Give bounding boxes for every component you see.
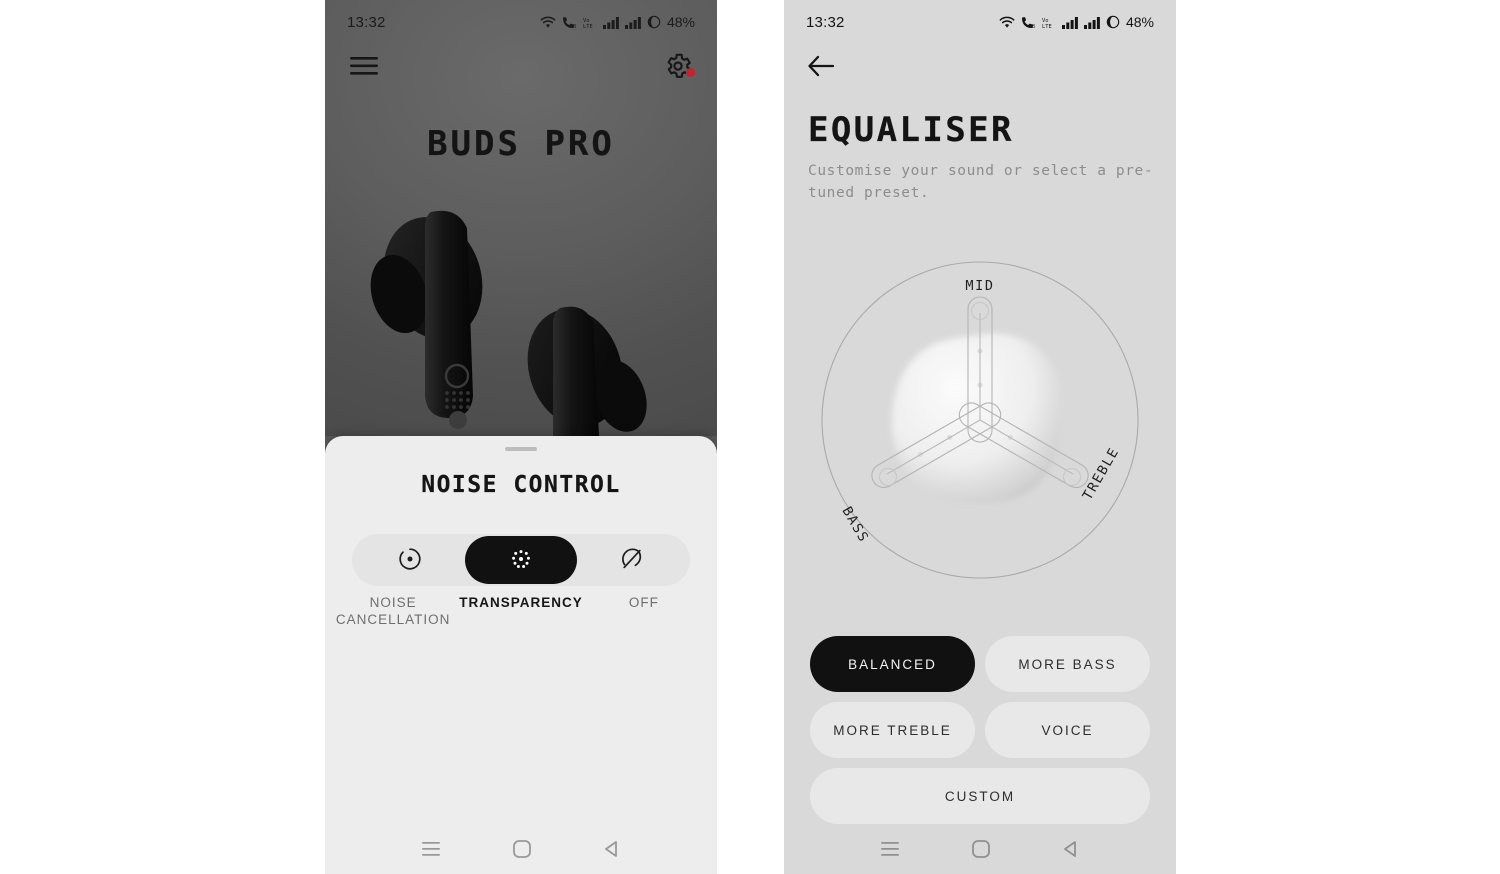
signal-bars-1-icon — [603, 16, 620, 29]
svg-text:LTE: LTE — [1042, 24, 1052, 29]
screenshot-canvas: 13:32 B VoLTE 48% — [0, 0, 1500, 874]
page-subtitle: Customise your sound or select a pre-tun… — [808, 160, 1158, 204]
product-hero: 13:32 B VoLTE 48% — [325, 0, 717, 436]
status-bar-icons: B VoLTE 48% — [999, 14, 1154, 30]
volte-call-icon: B — [1020, 16, 1036, 29]
battery-icon — [1106, 15, 1120, 29]
back-icon[interactable] — [602, 839, 622, 862]
preset-custom[interactable]: CUSTOM — [810, 768, 1150, 824]
eq-shape-blob — [892, 333, 1063, 504]
noise-off-slash-icon — [619, 546, 645, 575]
wifi-icon — [540, 16, 556, 29]
gear-icon — [663, 69, 693, 84]
status-bar-icons: B VoLTE 48% — [540, 14, 695, 30]
settings-button[interactable] — [663, 51, 693, 84]
preset-more-bass[interactable]: MORE BASS — [985, 636, 1150, 692]
recents-icon[interactable] — [879, 840, 901, 861]
home-icon[interactable] — [971, 839, 991, 862]
status-bar-right: 13:32 B VoLTE 48% — [784, 0, 1176, 44]
label-transparency: TRANSPARENCY — [459, 594, 583, 628]
phone-screen-equaliser: 13:32 B VoLTE 48% EQUALIS — [784, 0, 1176, 874]
label-line-1: NOISE — [370, 595, 417, 610]
wheel-label-treble: TREBLE — [1080, 444, 1123, 503]
status-bar-time: 13:32 — [347, 14, 386, 31]
mode-noise-cancellation-button[interactable] — [354, 536, 465, 584]
back-icon[interactable] — [1061, 839, 1081, 862]
equaliser-wheel[interactable]: MID BASS TREBLE — [804, 255, 1156, 585]
preset-balanced[interactable]: BALANCED — [810, 636, 975, 692]
svg-text:LTE: LTE — [583, 24, 593, 29]
page-title: EQUALISER — [808, 110, 1014, 150]
android-nav-bar-right — [784, 826, 1176, 874]
mode-off-button[interactable] — [577, 536, 688, 584]
wifi-icon — [999, 16, 1015, 29]
status-bar-left: 13:32 B VoLTE 48% — [325, 0, 717, 44]
label-line-2: CANCELLATION — [336, 612, 451, 627]
signal-bars-2-icon — [1084, 16, 1101, 29]
signal-bars-2-icon — [625, 16, 642, 29]
noise-control-segmented-control — [352, 534, 690, 586]
signal-bars-1-icon — [1062, 16, 1079, 29]
preset-more-treble[interactable]: MORE TREBLE — [810, 702, 975, 758]
handle-treble[interactable] — [1064, 469, 1081, 486]
hamburger-menu-icon[interactable] — [349, 55, 381, 80]
anc-target-icon — [397, 546, 423, 575]
status-bar-time: 13:32 — [806, 14, 845, 31]
battery-icon — [647, 15, 661, 29]
android-nav-bar-left — [325, 826, 717, 874]
label-noise-cancellation: NOISE CANCELLATION — [332, 594, 454, 628]
back-nav-row — [806, 44, 836, 90]
wheel-label-mid: MID — [965, 278, 994, 294]
app-top-bar — [325, 44, 717, 90]
svg-text:B: B — [573, 24, 576, 29]
sheet-grabber[interactable] — [505, 447, 537, 451]
back-button[interactable] — [806, 53, 836, 82]
home-icon[interactable] — [512, 839, 532, 862]
phone-screen-noise-control: 13:32 B VoLTE 48% — [325, 0, 717, 874]
recents-icon[interactable] — [420, 840, 442, 861]
svg-text:B: B — [1032, 24, 1035, 29]
handle-bass[interactable] — [880, 469, 897, 486]
notification-dot — [686, 68, 695, 77]
battery-percentage: 48% — [667, 14, 695, 30]
noise-control-labels: NOISE CANCELLATION TRANSPARENCY OFF — [337, 594, 705, 628]
transparency-dots-icon — [508, 546, 534, 575]
battery-percentage: 48% — [1126, 14, 1154, 30]
product-title: BUDS PRO — [325, 124, 717, 164]
earbuds-image — [325, 200, 717, 436]
arrow-left-icon — [806, 67, 836, 82]
noise-control-sheet: NOISE CONTROL — [325, 436, 717, 874]
label-off: OFF — [583, 594, 705, 628]
mode-transparency-button[interactable] — [465, 536, 576, 584]
preset-voice[interactable]: VOICE — [985, 702, 1150, 758]
wheel-label-bass: BASS — [839, 504, 872, 546]
preset-list: BALANCED MORE BASS MORE TREBLE VOICE CUS… — [810, 636, 1150, 824]
volte-badge-icon: VoLTE — [582, 16, 598, 29]
sheet-title: NOISE CONTROL — [325, 472, 717, 498]
volte-call-icon: B — [561, 16, 577, 29]
volte-badge-icon: VoLTE — [1041, 16, 1057, 29]
